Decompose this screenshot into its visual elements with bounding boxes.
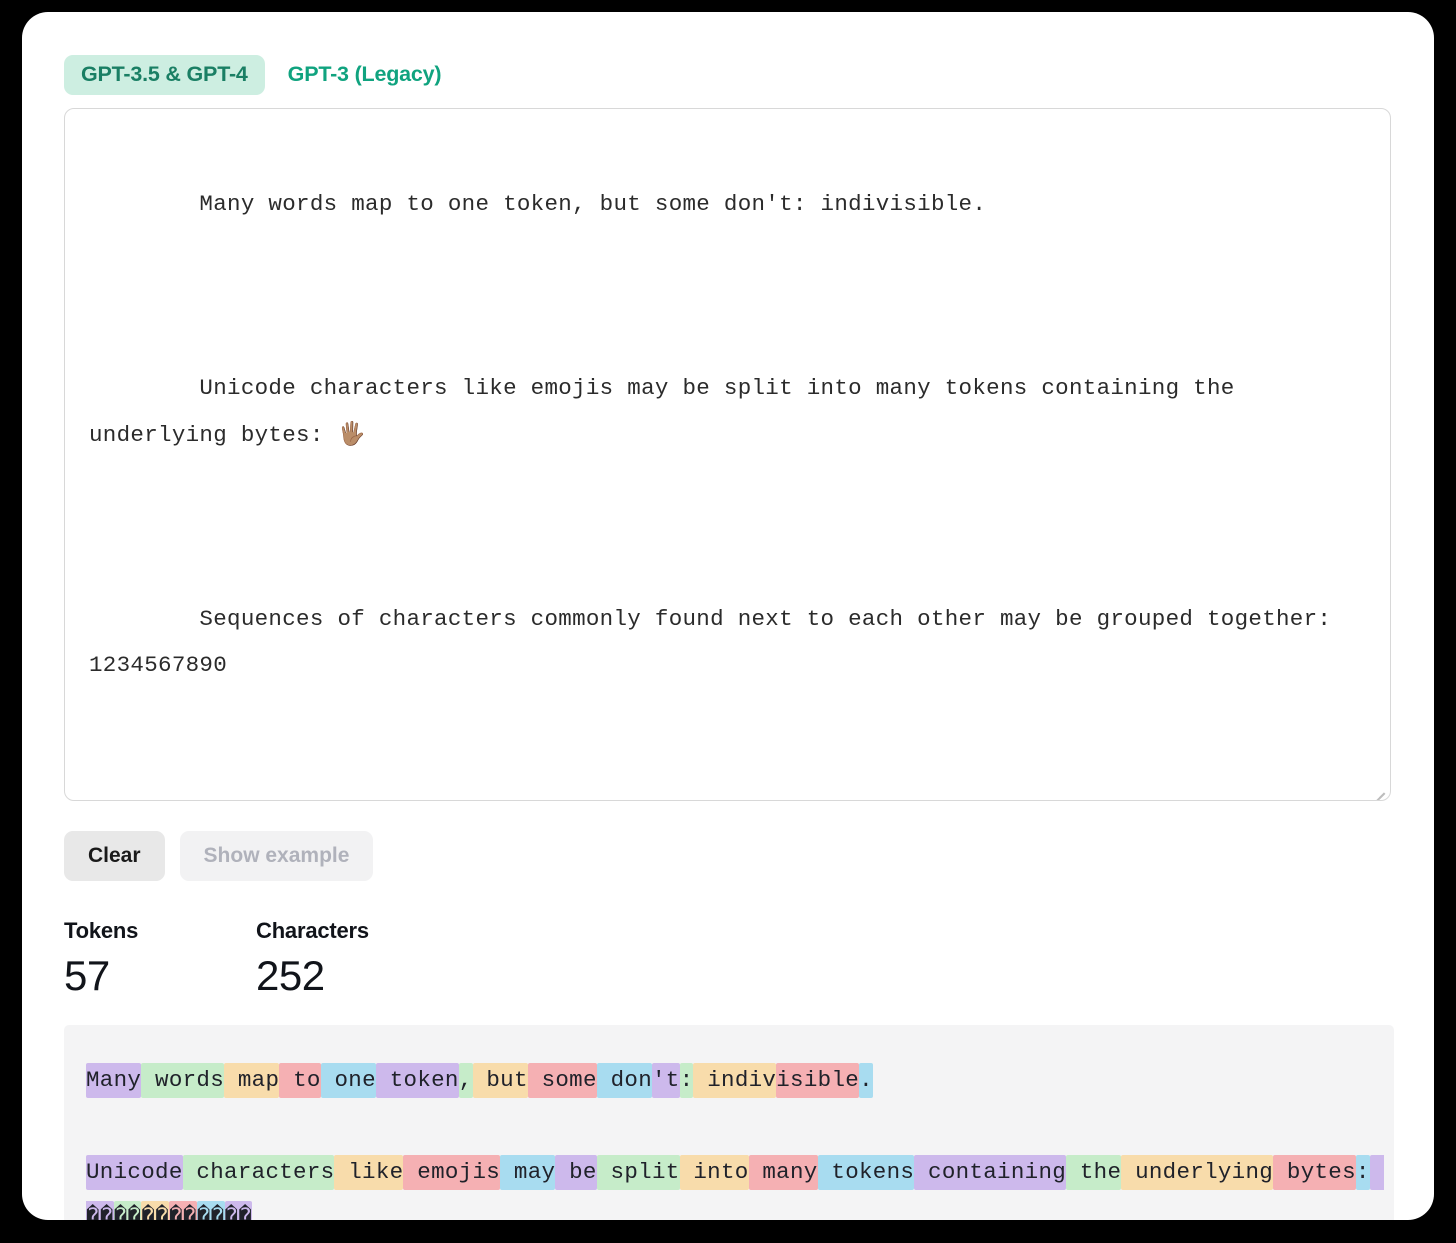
token-chip: to — [279, 1063, 321, 1099]
token-chip: emojis — [403, 1155, 501, 1191]
token-chip: be — [555, 1155, 597, 1191]
token-chip: : — [1355, 1155, 1370, 1191]
action-button-row: Clear Show example — [64, 831, 1394, 881]
input-line-5: Sequences of characters commonly found n… — [89, 606, 1346, 678]
token-chip: characters — [182, 1155, 335, 1191]
stat-tokens: Tokens 57 — [64, 918, 256, 1000]
raised-hand-emoji: 🖐🏽 — [337, 421, 366, 447]
textarea-resize-handle[interactable] — [1372, 782, 1385, 800]
token-chip: like — [334, 1155, 404, 1191]
stats-row: Tokens 57 Characters 252 — [64, 918, 1394, 1000]
token-chip: many — [748, 1155, 818, 1191]
token-chip: underlying — [1121, 1155, 1274, 1191]
input-line-1: Many words map to one token, but some do… — [199, 191, 987, 217]
token-chip: �� — [113, 1201, 142, 1220]
token-chip: some — [527, 1063, 597, 1099]
token-chip: the — [1066, 1155, 1122, 1191]
token-chip: bytes — [1273, 1155, 1356, 1191]
token-chip: �� — [169, 1201, 197, 1220]
token-chip: Many — [86, 1063, 142, 1099]
stat-characters: Characters 252 — [256, 918, 448, 1000]
token-chip: : — [679, 1063, 694, 1099]
card-inner: GPT-3.5 & GPT-4 GPT-3 (Legacy) Many word… — [64, 52, 1394, 1220]
token-chip: split — [596, 1155, 680, 1191]
stat-tokens-value: 57 — [64, 952, 110, 1000]
token-chip: but — [472, 1063, 528, 1099]
stat-characters-label: Characters — [256, 918, 369, 943]
token-chip: tokens — [817, 1155, 915, 1191]
token-chip: isible — [776, 1063, 860, 1099]
stat-tokens-label: Tokens — [64, 918, 139, 943]
token-chip: , — [458, 1063, 473, 1099]
token-chip: don — [596, 1063, 652, 1099]
page-root: GPT-3.5 & GPT-4 GPT-3 (Legacy) Many word… — [0, 0, 1456, 1243]
token-chip: �� — [224, 1201, 253, 1220]
token-chip: �� — [196, 1201, 225, 1220]
token-chip: may — [500, 1155, 556, 1191]
model-tab-bar: GPT-3.5 & GPT-4 GPT-3 (Legacy) — [64, 52, 1394, 98]
token-chip: one — [320, 1063, 376, 1099]
stat-characters-value: 252 — [256, 952, 325, 1000]
token-chip: containing — [914, 1155, 1067, 1191]
token-blank-line — [86, 1103, 1372, 1149]
token-chip: 't — [652, 1063, 680, 1099]
token-chip: . — [859, 1063, 873, 1099]
token-chip: words — [141, 1063, 225, 1099]
token-chip: map — [224, 1063, 280, 1099]
token-output-panel: Many words map to one token, but some do… — [64, 1025, 1394, 1220]
token-chip: token — [375, 1063, 459, 1099]
text-input-area[interactable]: Many words map to one token, but some do… — [64, 108, 1391, 801]
token-chip: indiv — [693, 1063, 777, 1099]
clear-button[interactable]: Clear — [64, 831, 165, 881]
tokenized-text: Many words map to one token, but some do… — [86, 1057, 1384, 1220]
tab-gpt35-gpt4[interactable]: GPT-3.5 & GPT-4 — [64, 54, 265, 96]
tokenizer-card: GPT-3.5 & GPT-4 GPT-3 (Legacy) Many word… — [22, 12, 1434, 1220]
token-chip: Unicode — [86, 1155, 183, 1191]
input-line-3-a: Unicode characters like emojis may be sp… — [89, 375, 1249, 448]
token-chip: �� — [141, 1201, 170, 1220]
token-chip: into — [679, 1155, 749, 1191]
tab-gpt3-legacy[interactable]: GPT-3 (Legacy) — [271, 55, 459, 96]
show-example-button[interactable]: Show example — [179, 831, 374, 881]
